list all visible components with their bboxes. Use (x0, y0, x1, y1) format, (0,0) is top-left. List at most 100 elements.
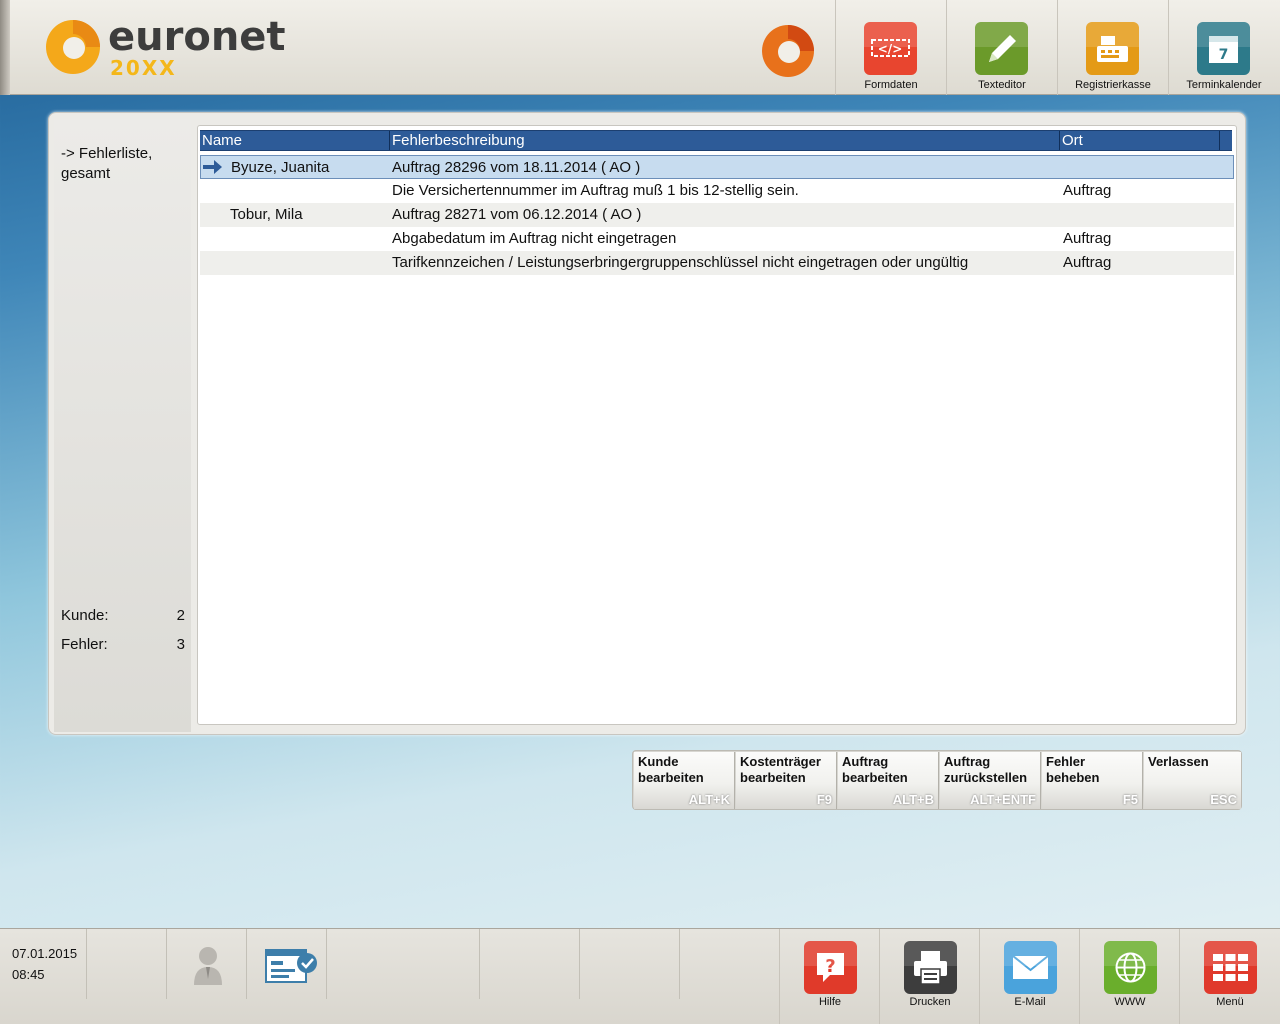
column-header-fehlerbeschreibung[interactable]: Fehlerbeschreibung (390, 131, 1060, 150)
empty-segment (87, 929, 167, 999)
empty-segment (327, 929, 480, 999)
column-header-ort[interactable]: Ort (1060, 131, 1220, 150)
table-row[interactable]: Tobur, Mila Auftrag 28271 vom 06.12.2014… (200, 203, 1234, 227)
button-label-line1: Auftrag (944, 754, 991, 769)
button-label-line1: Auftrag (842, 754, 889, 769)
kunde-count: Kunde: 2 (61, 607, 185, 624)
logo-subtitle: 20XX (110, 56, 177, 80)
fehler-value: 3 (176, 636, 185, 653)
button-label-line1: Fehler (1046, 754, 1086, 769)
cell-description: Die Versichertennummer im Auftrag muß 1 … (392, 182, 799, 199)
hilfe-button[interactable]: ? Hilfe (779, 929, 879, 1024)
top-toolbar: euronet 20XX </> Formdaten Texteditor Re… (0, 0, 1280, 95)
sidebar: -> Fehlerliste, gesamt Kunde: 2 Fehler: … (54, 119, 191, 732)
button-label-line2: zurückstellen (944, 770, 1028, 785)
printer-icon (904, 941, 957, 994)
kostentraeger-bearbeiten-button[interactable]: Kostenträger bearbeiten F9 (736, 752, 837, 809)
menu-label: Menü (1216, 996, 1244, 1008)
cell-description: Auftrag 28271 vom 06.12.2014 ( AO ) (392, 206, 642, 223)
cell-name: Byuze, Juanita (231, 159, 330, 176)
auftrag-bearbeiten-button[interactable]: Auftrag bearbeiten ALT+B (838, 752, 939, 809)
calendar-day: 7 (1219, 47, 1229, 63)
drucken-button[interactable]: Drucken (879, 929, 979, 1024)
www-label: WWW (1114, 996, 1146, 1008)
form-check-button[interactable] (247, 929, 327, 999)
button-label-line2: bearbeiten (842, 770, 908, 785)
button-label-line2: bearbeiten (740, 770, 806, 785)
action-button-bar: Kunde bearbeiten ALT+K Kostenträger bearbe… (632, 750, 1242, 810)
small-brand-icon (762, 25, 814, 77)
logo-wordmark: euronet (108, 14, 286, 60)
toolbar-texteditor-button[interactable]: Texteditor (946, 0, 1056, 95)
button-label-line2: beheben (1046, 770, 1100, 785)
form-data-icon: </> (864, 22, 917, 75)
cell-description: Abgabedatum im Auftrag nicht eingetragen (392, 230, 677, 247)
shortcut-key: ALT+K (688, 792, 730, 807)
empty-segment (580, 929, 680, 999)
empty-segment (480, 929, 580, 999)
help-icon: ? (804, 941, 857, 994)
button-label-line1: Kostenträger (740, 754, 821, 769)
window-edge (0, 0, 10, 95)
auftrag-zurueckstellen-button[interactable]: Auftrag zurückstellen ALT+ENTF (940, 752, 1041, 809)
email-label: E-Mail (1014, 996, 1046, 1008)
email-icon (1004, 941, 1057, 994)
toolbar-registrierkasse-button[interactable]: Registrierkasse (1057, 0, 1167, 95)
menu-button[interactable]: Menü (1179, 929, 1280, 1024)
column-header-name[interactable]: Name (200, 131, 390, 150)
sidebar-title: -> Fehlerliste, gesamt (61, 145, 153, 182)
kunde-label: Kunde: (61, 607, 109, 624)
arrow-right-icon (203, 160, 222, 174)
drucken-label: Drucken (909, 996, 951, 1008)
hilfe-label: Hilfe (818, 996, 841, 1008)
euronet-logo: euronet 20XX (44, 14, 304, 80)
email-button[interactable]: E-Mail (979, 929, 1079, 1024)
error-table: Name Fehlerbeschreibung Ort Byuze, Juani… (197, 125, 1237, 725)
kunde-bearbeiten-button[interactable]: Kunde bearbeiten ALT+K (634, 752, 735, 809)
table-row[interactable]: Die Versichertennummer im Auftrag muß 1 … (200, 179, 1234, 203)
shortcut-key: F9 (816, 792, 832, 807)
cell-ort: Auftrag (1063, 254, 1112, 271)
table-row[interactable]: Abgabedatum im Auftrag nicht eingetragen… (200, 227, 1234, 251)
svg-text:?: ? (825, 956, 835, 977)
svg-text:</>: </> (878, 42, 903, 56)
fehler-beheben-button[interactable]: Fehler beheben F5 (1042, 752, 1143, 809)
menu-grid-icon (1204, 941, 1257, 994)
error-list-panel: -> Fehlerliste, gesamt Kunde: 2 Fehler: … (48, 112, 1246, 735)
cell-name: Tobur, Mila (230, 206, 303, 223)
empty-segment (680, 929, 780, 999)
table-row[interactable]: Byuze, Juanita Auftrag 28296 vom 18.11.2… (200, 155, 1234, 179)
pencil-icon (975, 22, 1028, 75)
calendar-icon: 7 (1197, 22, 1250, 75)
toolbar-formdaten-label: Formdaten (864, 79, 918, 91)
clock-segment (0, 929, 87, 999)
user-button[interactable] (167, 929, 247, 999)
shortcut-key: F5 (1122, 792, 1138, 807)
table-row[interactable]: Tarifkennzeichen / Leistungserbringergru… (200, 251, 1234, 275)
toolbar-terminkalender-label: Terminkalender (1186, 79, 1262, 91)
cell-ort: Auftrag (1063, 182, 1112, 199)
user-icon (194, 947, 222, 985)
fehler-count: Fehler: 3 (61, 636, 185, 653)
www-button[interactable]: WWW (1079, 929, 1179, 1024)
fehler-label: Fehler: (61, 636, 108, 653)
cell-description: Tarifkennzeichen / Leistungserbringergru… (392, 254, 969, 271)
button-label-line2: bearbeiten (638, 770, 704, 785)
table-header: Name Fehlerbeschreibung Ort (200, 130, 1232, 151)
shortcut-key: ALT+B (892, 792, 934, 807)
button-label-line1: Verlassen (1148, 754, 1209, 769)
globe-icon (1104, 941, 1157, 994)
toolbar-registrierkasse-label: Registrierkasse (1075, 79, 1151, 91)
toolbar-texteditor-label: Texteditor (978, 79, 1026, 91)
cash-register-icon (1086, 22, 1139, 75)
toolbar-terminkalender-button[interactable]: 7 Terminkalender (1168, 0, 1278, 95)
shortcut-key: ALT+ENTF (970, 792, 1036, 807)
cell-ort: Auftrag (1063, 230, 1112, 247)
verlassen-button[interactable]: Verlassen ESC (1144, 752, 1241, 809)
button-label-line1: Kunde (638, 754, 679, 769)
kunde-value: 2 (176, 607, 185, 624)
toolbar-formdaten-button[interactable]: </> Formdaten (835, 0, 945, 95)
cell-description: Auftrag 28296 vom 18.11.2014 ( AO ) (392, 159, 641, 176)
shortcut-key: ESC (1210, 792, 1237, 807)
bottom-taskbar: 07.01.2015 08:45 ? Hilfe Drucken E-Mail … (0, 928, 1280, 1024)
